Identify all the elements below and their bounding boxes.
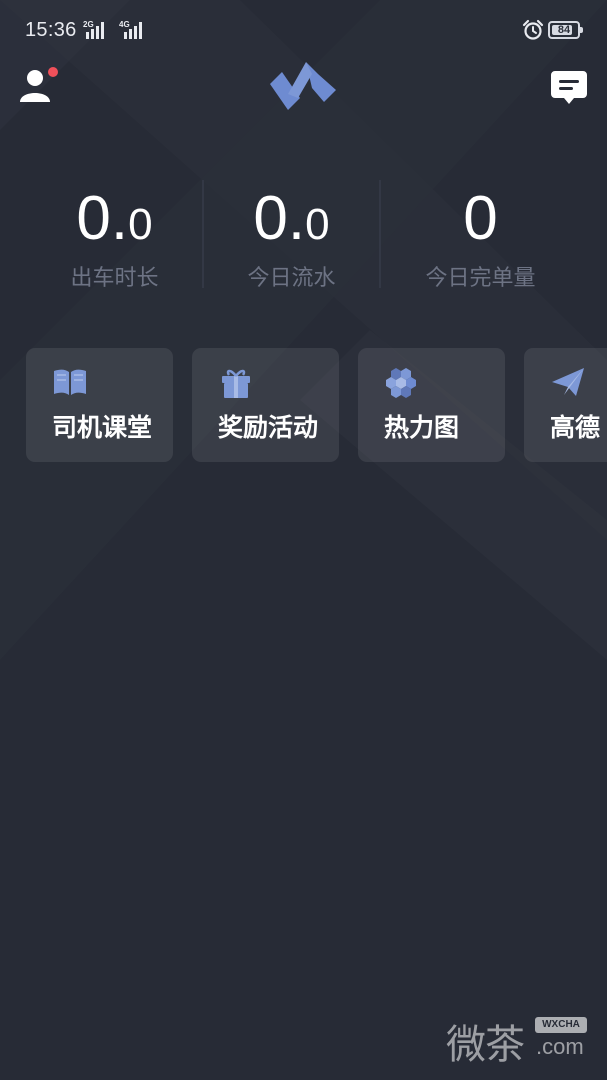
stat-today-revenue[interactable]: 0.0 今日流水 (203, 178, 380, 291)
signal-bars-icon (86, 22, 104, 39)
card-driver-classroom[interactable]: 司机课堂 (26, 348, 173, 462)
card-reward-activity[interactable]: 奖励活动 (192, 348, 339, 462)
card-label: 热力图 (384, 413, 460, 442)
alarm-clock-icon (522, 19, 544, 40)
watermark-text: 微茶 (446, 1022, 525, 1068)
stat-driving-duration[interactable]: 0.0 出车时长 (26, 178, 203, 291)
background-decoration (0, 0, 607, 660)
stat-label: 今日流水 (247, 266, 336, 291)
paper-plane-icon (552, 368, 584, 396)
signal-4g-indicator: 4G (119, 20, 149, 42)
stat-today-orders[interactable]: 0 今日完单量 (392, 178, 569, 291)
watermark-domain: .com (536, 1034, 584, 1059)
card-amap[interactable]: 高德 (524, 348, 607, 462)
user-icon[interactable] (18, 66, 60, 106)
hexagon-cluster-icon (386, 368, 416, 398)
card-label: 司机课堂 (52, 413, 153, 442)
status-time: 15:36 (25, 19, 77, 41)
card-heat-map[interactable]: 热力图 (358, 348, 505, 462)
today-stats: 0.0 出车时长 0.0 今日流水 0 今日完单量 (26, 178, 581, 291)
card-label: 高德 (550, 413, 601, 442)
stat-value: 0.0 (76, 184, 153, 253)
stat-value: 0 (463, 184, 498, 253)
stat-label: 出车时长 (70, 266, 159, 291)
watermark: 微茶 WXCHA .com (446, 1010, 596, 1070)
chevron-logo-icon (270, 62, 336, 110)
battery-percent: 84 (557, 24, 571, 36)
quick-action-cards: 司机课堂 奖励活动 热力图 高德 (0, 348, 607, 464)
battery-indicator: 84 (548, 21, 583, 39)
watermark-badge: WXCHA (535, 1017, 587, 1033)
message-icon[interactable] (549, 68, 589, 106)
signal-2g-indicator: 2G (83, 20, 113, 42)
card-label: 奖励活动 (218, 413, 319, 442)
signal-bars-icon (124, 22, 142, 39)
book-icon (54, 369, 86, 395)
gift-icon (222, 369, 250, 398)
stat-label: 今日完单量 (425, 266, 536, 291)
stat-value: 0.0 (253, 184, 330, 253)
notification-dot (48, 67, 58, 77)
stat-divider (379, 180, 381, 288)
status-bar: 15:36 2G 4G 84 (0, 0, 607, 60)
